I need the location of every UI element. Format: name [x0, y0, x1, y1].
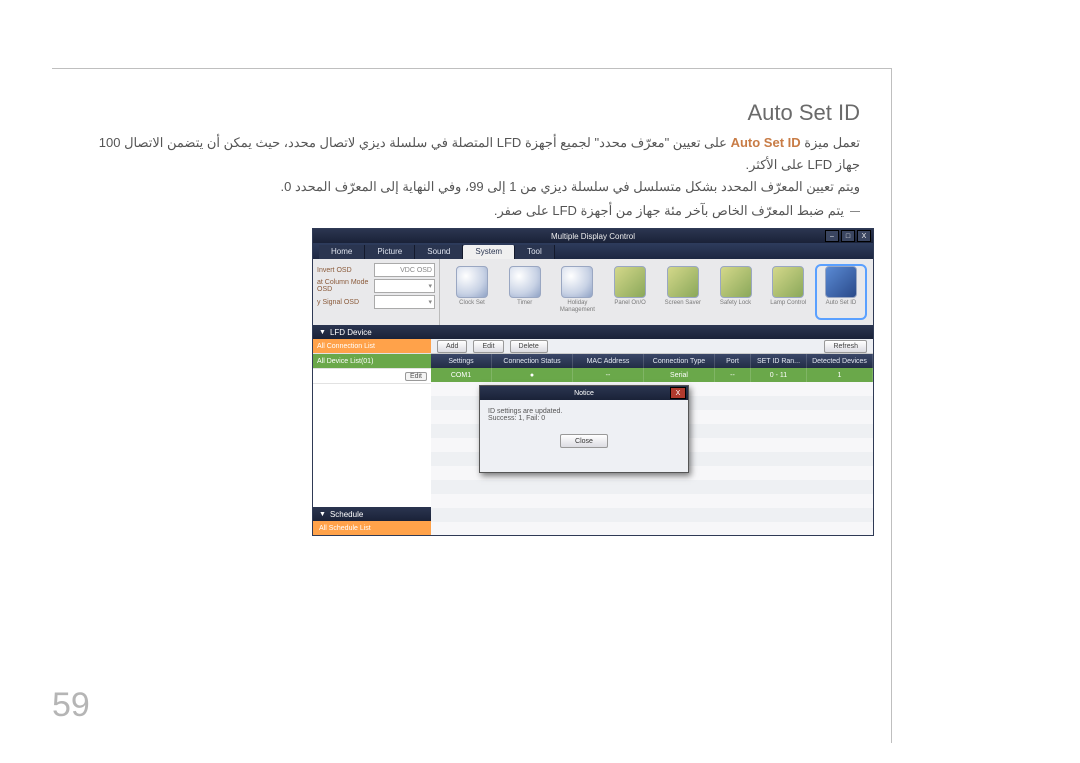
- refresh-button[interactable]: Refresh: [824, 340, 867, 353]
- description-note: يتم ضبط المعرّف الخاص بآخر مئة جهاز من أ…: [92, 200, 860, 222]
- ribbon-screen-saver[interactable]: Screen Saver: [659, 266, 707, 318]
- lamp-icon: [772, 266, 804, 298]
- clock-icon: [456, 266, 488, 298]
- lock-icon: [720, 266, 752, 298]
- screensaver-icon: [667, 266, 699, 298]
- cell-mac: --: [573, 368, 644, 382]
- sidebar-group-row[interactable]: Group Edit: [313, 369, 431, 384]
- desc-line2: ويتم تعيين المعرّف المحدد بشكل متسلسل في…: [281, 179, 860, 194]
- cell-conn-status: ●: [492, 368, 573, 382]
- ribbon-panel-onoff[interactable]: Panel On/O: [606, 266, 654, 318]
- device-toolbar: Add Edit Delete Refresh: [431, 339, 873, 354]
- ribbon-safety-lock[interactable]: Safety Lock: [712, 266, 760, 318]
- schedule-label: Schedule: [330, 510, 363, 519]
- desc-1a: تعمل ميزة: [801, 135, 860, 150]
- cell-settings: COM1: [431, 368, 492, 382]
- dialog-close-button[interactable]: Close: [560, 434, 608, 448]
- calendar-icon: [561, 266, 593, 298]
- col-port[interactable]: Port: [715, 354, 751, 368]
- device-tree-sidebar: All Connection List All Device List(01) …: [313, 339, 431, 535]
- osd-row2-label: at Column Mode OSD: [317, 279, 372, 293]
- tab-tool[interactable]: Tool: [515, 245, 555, 259]
- sidebar-edit-button[interactable]: Edit: [405, 372, 427, 381]
- ribbon-panel: Invert OSD VDC OSD at Column Mode OSD ▾ …: [313, 259, 873, 325]
- col-conn-type[interactable]: Connection Type: [644, 354, 715, 368]
- delete-button[interactable]: Delete: [510, 340, 548, 353]
- osd-row3-label: y Signal OSD: [317, 299, 372, 306]
- panel-icon: [614, 266, 646, 298]
- dialog-title: Notice: [574, 390, 594, 397]
- dialog-line2: Success: 1, Fail: 0: [488, 415, 680, 422]
- ribbon-auto-set-id[interactable]: Auto Set ID: [817, 266, 865, 318]
- tab-picture[interactable]: Picture: [365, 245, 415, 259]
- timer-icon: [509, 266, 541, 298]
- section-heading: Auto Set ID: [747, 100, 860, 126]
- col-conn-status[interactable]: Connection Status: [492, 354, 573, 368]
- cell-port: --: [715, 368, 751, 382]
- cell-detected: 1: [807, 368, 873, 382]
- dialog-body: ID settings are updated. Success: 1, Fai…: [480, 400, 688, 430]
- top-horizontal-rule: [52, 68, 892, 69]
- tab-sound[interactable]: Sound: [415, 245, 463, 259]
- col-detected[interactable]: Detected Devices: [807, 354, 873, 368]
- dialog-close-icon[interactable]: X: [670, 387, 686, 399]
- notice-dialog: Notice X ID settings are updated. Succes…: [479, 385, 689, 473]
- osd-row1-label: Invert OSD: [317, 267, 372, 274]
- dialog-line1: ID settings are updated.: [488, 408, 680, 415]
- ribbon-clock-set[interactable]: Clock Set: [448, 266, 496, 318]
- col-settings[interactable]: Settings: [431, 354, 492, 368]
- minimize-icon[interactable]: –: [825, 230, 839, 242]
- ribbon-timer[interactable]: Timer: [501, 266, 549, 318]
- osd-row3-select[interactable]: ▾: [374, 295, 435, 309]
- dialog-titlebar: Notice X: [480, 386, 688, 400]
- schedule-section-header[interactable]: Schedule: [313, 507, 431, 521]
- description-para-1: تعمل ميزة Auto Set ID على تعيين "معرّف م…: [92, 132, 860, 198]
- sidebar-group-label: Group: [317, 373, 336, 380]
- lfd-device-section-header[interactable]: LFD Device: [313, 325, 873, 339]
- app-window: Multiple Display Control – □ X Home Pict…: [312, 228, 874, 536]
- device-table-header: Settings Connection Status MAC Address C…: [431, 354, 873, 368]
- osd-row2-select[interactable]: ▾: [374, 279, 435, 293]
- sidebar-all-connection-list[interactable]: All Connection List: [313, 339, 431, 354]
- window-titlebar: Multiple Display Control – □ X: [313, 229, 873, 243]
- col-setid-range[interactable]: SET ID Ran...: [751, 354, 807, 368]
- lfd-device-label: LFD Device: [330, 328, 372, 337]
- close-icon[interactable]: X: [857, 230, 871, 242]
- osd-row1-select[interactable]: VDC OSD: [374, 263, 435, 277]
- desc-keyword: Auto Set ID: [731, 135, 801, 150]
- tab-home[interactable]: Home: [319, 245, 365, 259]
- edit-button[interactable]: Edit: [473, 340, 503, 353]
- sidebar-all-device-list[interactable]: All Device List(01): [313, 354, 431, 369]
- add-button[interactable]: Add: [437, 340, 467, 353]
- cell-conn-type: Serial: [644, 368, 715, 382]
- cell-setid-range: 0 - 11: [751, 368, 807, 382]
- main-menu-tabs: Home Picture Sound System Tool: [313, 243, 873, 259]
- page-number: 59: [52, 686, 90, 725]
- id-grid-icon: [825, 266, 857, 298]
- col-mac[interactable]: MAC Address: [573, 354, 644, 368]
- right-vertical-rule: [891, 68, 892, 743]
- sidebar-all-schedule-list[interactable]: All Schedule List: [313, 521, 431, 535]
- window-title: Multiple Display Control: [551, 232, 635, 241]
- tab-system[interactable]: System: [463, 245, 515, 259]
- ribbon-holiday[interactable]: Holiday Management: [553, 266, 601, 318]
- ribbon-lamp-control[interactable]: Lamp Control: [764, 266, 812, 318]
- table-row[interactable]: COM1 ● -- Serial -- 0 - 11 1: [431, 368, 873, 382]
- maximize-icon[interactable]: □: [841, 230, 855, 242]
